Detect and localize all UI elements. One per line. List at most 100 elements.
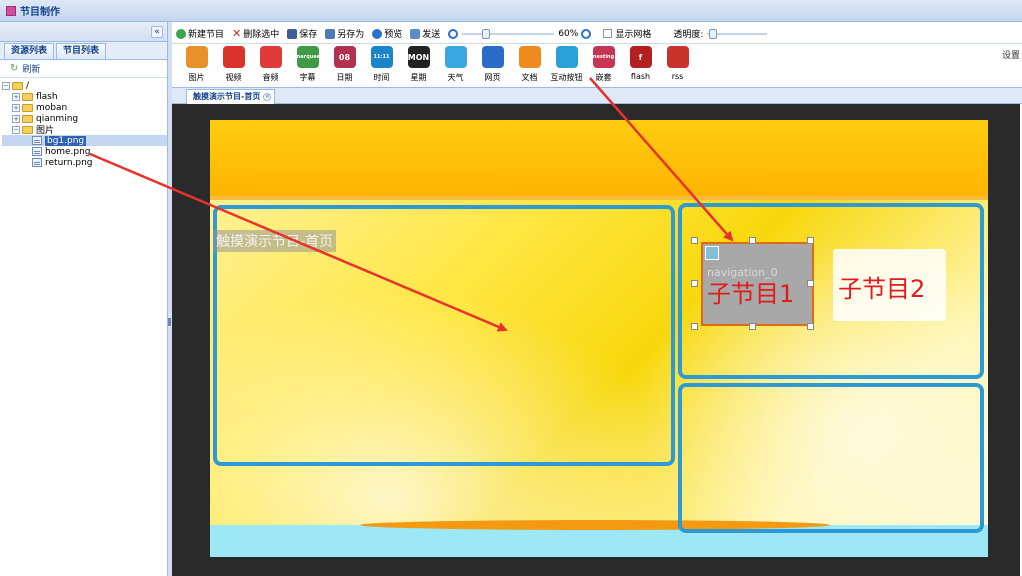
tree-node-folder[interactable]: − 图片 [2, 124, 167, 136]
resize-handle[interactable] [691, 280, 698, 287]
widget-calendar-button[interactable]: 08 日期 [326, 46, 363, 83]
show-grid-toggle[interactable]: 显示网格 [603, 27, 651, 40]
webpage-icon [481, 46, 504, 68]
program-canvas[interactable]: 触摸演示节目-首页 navigation_0 子节目1 子节目2 [210, 120, 988, 557]
resize-handle[interactable] [691, 237, 698, 244]
tree-node-file-selected[interactable]: bg1.png [2, 135, 167, 146]
widget-rss-button[interactable]: rss [659, 46, 696, 81]
zoom-slider-track [462, 32, 555, 35]
refresh-button[interactable]: ↻ 刷新 [0, 60, 167, 78]
widget-label: 时间 [373, 73, 390, 82]
zoom-slider[interactable] [462, 28, 555, 39]
folder-icon [22, 114, 33, 123]
collapse-panel-button[interactable]: « [151, 26, 163, 38]
opacity-slider-thumb[interactable] [709, 28, 718, 39]
tree-node-root[interactable]: − / [2, 80, 167, 91]
zoom-in-icon[interactable] [581, 28, 592, 39]
close-tab-icon[interactable]: × [263, 93, 272, 101]
tab-home-page[interactable]: 触摸演示节目-首页 × [186, 89, 276, 104]
expand-icon[interactable]: + [12, 92, 20, 101]
main-toolbar: 新建节目 ✕ 删除选中 保存 另存为 预览 发送 60% 显示网格 透明度: [172, 24, 1022, 44]
collapse-icon[interactable]: − [12, 125, 20, 134]
resize-handle[interactable] [807, 280, 814, 287]
widget-marquee-button[interactable]: marquee 字幕 [289, 46, 326, 83]
resize-handle[interactable] [691, 323, 698, 330]
clock-icon: 11:11 [370, 46, 393, 68]
widget-nested-button[interactable]: nesting 嵌套 [585, 46, 622, 83]
tree-label: bg1.png [45, 135, 87, 146]
expand-icon[interactable]: + [12, 103, 20, 112]
resize-handle[interactable] [807, 323, 814, 330]
resize-handle[interactable] [749, 237, 756, 244]
sub-program-2-button[interactable]: 子节目2 [833, 249, 946, 321]
new-program-button[interactable]: 新建节目 [176, 27, 224, 40]
settings-label[interactable]: 设置 [1002, 48, 1020, 61]
send-button[interactable]: 发送 [410, 27, 440, 40]
folder-open-icon [22, 125, 33, 134]
widget-weekday-button[interactable]: MON 星期 [400, 46, 437, 83]
resize-handle[interactable] [807, 237, 814, 244]
widget-label: 文档 [521, 73, 538, 82]
tree-node-folder[interactable]: + flash [2, 91, 167, 102]
widget-video-button[interactable]: 视频 [215, 46, 252, 83]
folder-icon [22, 92, 33, 101]
widget-image-button[interactable]: 图片 [178, 46, 215, 83]
send-label: 发送 [422, 30, 441, 40]
weekday-icon: MON [407, 46, 430, 68]
grid-checkbox[interactable] [603, 29, 613, 38]
save-as-label: 另存为 [337, 30, 365, 40]
widget-document-button[interactable]: 文档 [511, 46, 548, 83]
tree-node-folder[interactable]: + qianming [2, 113, 167, 124]
widget-webpage-button[interactable]: 网页 [474, 46, 511, 83]
save-button[interactable]: 保存 [287, 27, 317, 40]
preview-button[interactable]: 预览 [372, 27, 402, 40]
calendar-icon: 08 [333, 46, 356, 68]
delete-label: 删除选中 [243, 30, 280, 40]
widget-touch-button-button[interactable]: 互动按钮 [548, 46, 585, 83]
rss-icon [666, 46, 689, 68]
widget-label: 字幕 [299, 73, 316, 82]
tree-label: return.png [45, 157, 93, 168]
weekday-icon-text: MON [407, 52, 430, 62]
expand-icon[interactable]: + [12, 114, 20, 123]
tree-label: flash [36, 91, 58, 102]
splitter-arrow-icon[interactable] [168, 318, 171, 326]
widget-label: flash [630, 72, 651, 81]
sub-program-1-button[interactable]: navigation_0 子节目1 [701, 242, 814, 326]
widget-weather-button[interactable]: 天气 [437, 46, 474, 83]
document-tabs: 触摸演示节目-首页 × [172, 88, 1022, 104]
widget-label: 音频 [262, 73, 279, 82]
widget-label: 嵌套 [595, 73, 612, 82]
tree-node-folder[interactable]: + moban [2, 102, 167, 113]
opacity-slider[interactable] [707, 28, 768, 39]
widget-music-button[interactable]: 音频 [252, 46, 289, 83]
region-bottom-right[interactable] [678, 383, 984, 533]
widget-label: rss [671, 72, 684, 81]
tab-home-page-label: 触摸演示节目-首页 [193, 92, 261, 101]
tree-label: moban [36, 102, 68, 113]
resize-handle[interactable] [749, 323, 756, 330]
tree-label: qianming [36, 113, 79, 124]
delete-selected-button[interactable]: ✕ 删除选中 [232, 27, 280, 41]
folder-open-icon [12, 81, 23, 90]
zoom-value: 60% [558, 28, 579, 39]
tab-resource-list[interactable]: 资源列表 [4, 43, 55, 59]
panel-header: « [0, 22, 167, 42]
save-as-icon [325, 28, 336, 39]
zoom-out-icon[interactable] [448, 28, 459, 39]
resource-panel: « 资源列表 节目列表 ↻ 刷新 − / + flash + moban + q… [0, 22, 168, 576]
new-program-label: 新建节目 [188, 30, 225, 40]
tree-node-file[interactable]: home.png [2, 146, 167, 157]
widget-label: 天气 [447, 73, 464, 82]
collapse-icon[interactable]: − [2, 81, 10, 90]
widget-flash-button[interactable]: f flash [622, 46, 659, 81]
zoom-slider-thumb[interactable] [482, 28, 491, 39]
widget-label: 网页 [484, 73, 501, 82]
tree-node-file[interactable]: return.png [2, 157, 167, 168]
marquee-icon: marquee [295, 46, 320, 68]
tab-program-list[interactable]: 节目列表 [56, 43, 107, 59]
save-as-button[interactable]: 另存为 [325, 27, 364, 40]
marquee-icon-text: marquee [295, 54, 320, 60]
widget-clock-button[interactable]: 11:11 时间 [363, 46, 400, 83]
editor-area: 触摸演示节目-首页 navigation_0 子节目1 子节目2 [172, 104, 1020, 576]
